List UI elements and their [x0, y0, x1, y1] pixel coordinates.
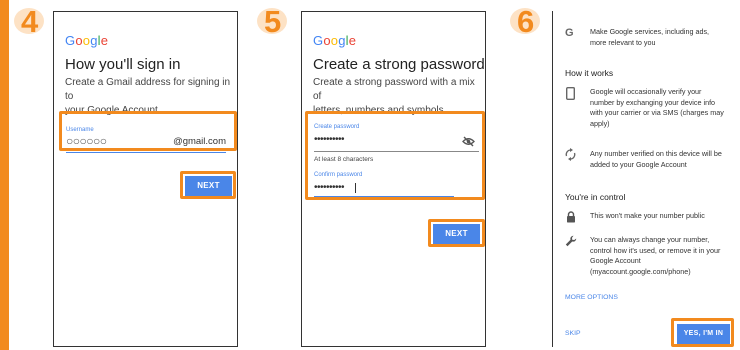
how-item-text: Any number verified on this device will … — [590, 149, 722, 169]
more-options-link[interactable]: MORE OPTIONS — [565, 294, 618, 301]
top-item-text: Make Google services, including ads, mor… — [590, 27, 710, 47]
how-item-text: Google will occasionally verify your num… — [590, 87, 724, 128]
google-logo: Google — [313, 33, 357, 48]
highlight-username — [59, 111, 237, 151]
lock-icon — [566, 210, 576, 228]
google-logo: Google — [65, 33, 109, 48]
step-number: 4 — [21, 4, 39, 39]
highlight-next — [180, 171, 236, 199]
control-heading: You're in control — [565, 192, 626, 202]
highlight-password-fields — [305, 111, 485, 200]
phone-screen-phone-consent: G Make Google services, including ads, m… — [552, 11, 740, 347]
wrench-icon — [565, 234, 577, 252]
google-g-icon: G — [565, 27, 574, 39]
control-item-text: You can always change your number, contr… — [590, 235, 721, 276]
control-item-text: This won't make your number public — [590, 211, 705, 220]
how-it-works-heading: How it works — [565, 68, 614, 78]
username-underline — [66, 152, 226, 153]
left-accent-bar — [0, 0, 9, 350]
tutorial-stage: 4 Google How you'll sign in Create a Gma… — [0, 0, 740, 350]
skip-link[interactable]: SKIP — [565, 330, 581, 337]
phone-icon — [565, 86, 575, 105]
step-number: 6 — [517, 4, 535, 39]
highlight-next — [428, 219, 485, 247]
highlight-yes-button — [671, 318, 734, 347]
sync-icon — [565, 148, 576, 166]
step-number: 5 — [264, 4, 282, 39]
page-title: How you'll sign in — [65, 56, 181, 73]
page-title: Create a strong password — [313, 56, 485, 73]
